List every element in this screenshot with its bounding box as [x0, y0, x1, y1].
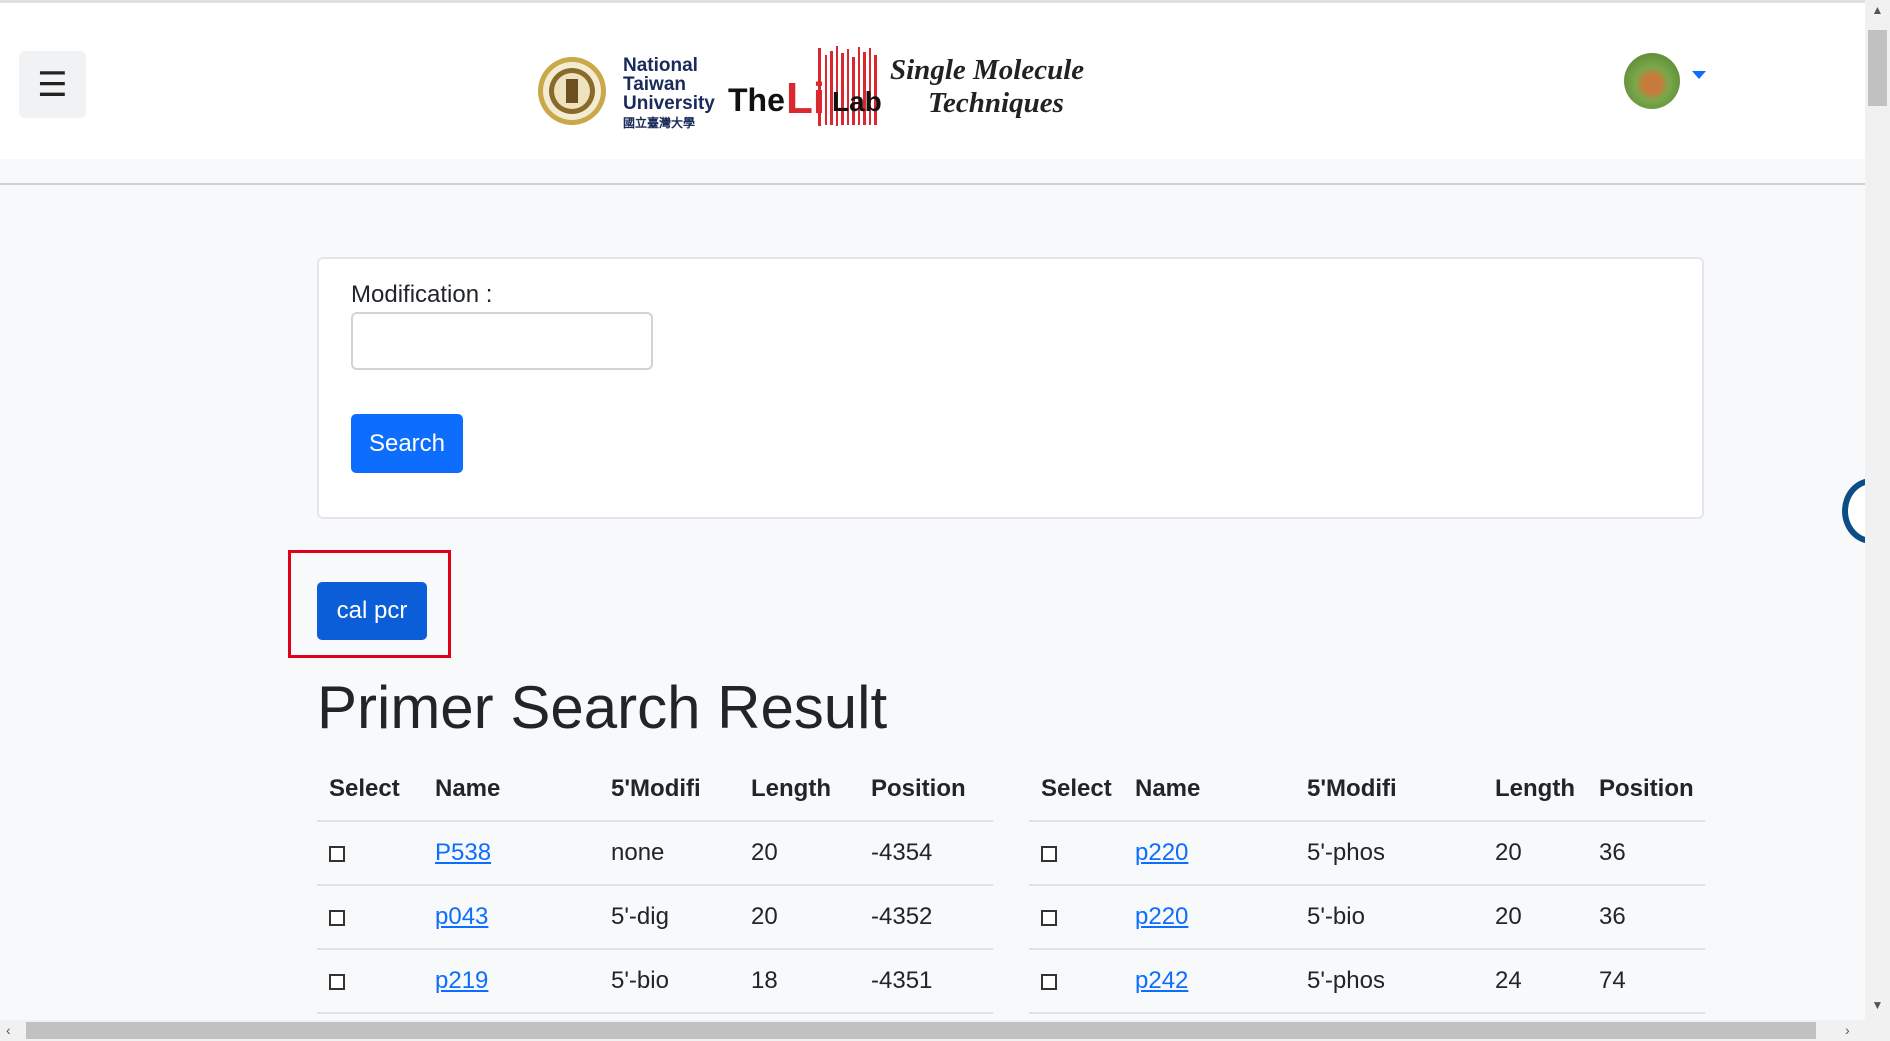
- length-cell: 18: [739, 949, 859, 1014]
- modifi-cell: 5'-bio: [1295, 885, 1483, 950]
- position-cell: -4354: [859, 821, 993, 886]
- menu-toggle-button[interactable]: ☰: [19, 51, 86, 118]
- select-checkbox[interactable]: [1041, 973, 1057, 990]
- select-checkbox[interactable]: [1041, 909, 1057, 926]
- scroll-down-icon[interactable]: ▼: [1865, 998, 1890, 1018]
- col-modifi: 5'Modifi: [599, 758, 739, 822]
- navbar-divider: [0, 183, 1865, 185]
- modification-label: Modification :: [351, 281, 493, 308]
- modifi-cell: 5'-phos: [1295, 949, 1483, 1014]
- search-button[interactable]: Search: [351, 414, 463, 473]
- col-length: Length: [1483, 758, 1587, 822]
- lab-the: The: [728, 82, 785, 118]
- ntu-name-line1: National: [623, 55, 698, 76]
- ntu-name-line3: University: [623, 93, 715, 114]
- table-row: p043 5'-dig 20 -4352: [317, 885, 993, 950]
- lab-li: Li: [786, 74, 825, 123]
- primer-link[interactable]: p242: [1135, 967, 1188, 994]
- modifi-cell: 5'-dig: [599, 885, 739, 950]
- col-length: Length: [739, 758, 859, 822]
- tagline-line2: Techniques: [928, 87, 1064, 119]
- caret-down-icon[interactable]: [1692, 71, 1706, 79]
- cal-pcr-button[interactable]: cal pcr: [317, 582, 427, 640]
- ntu-name-line2: Taiwan: [623, 74, 686, 95]
- modifi-cell: none: [599, 821, 739, 886]
- primer-link[interactable]: P538: [435, 839, 491, 866]
- results-table-left: Select Name 5'Modifi Length Position P53…: [317, 758, 993, 1014]
- col-select: Select: [317, 758, 423, 822]
- scroll-left-icon[interactable]: ‹: [6, 1022, 11, 1038]
- vertical-scroll-thumb[interactable]: [1868, 30, 1887, 106]
- length-cell: 24: [1483, 949, 1587, 1014]
- primer-link[interactable]: p219: [435, 967, 488, 994]
- primer-link[interactable]: p220: [1135, 903, 1188, 930]
- select-checkbox[interactable]: [329, 973, 345, 990]
- hamburger-icon: ☰: [37, 65, 68, 104]
- length-cell: 20: [1483, 821, 1587, 886]
- vertical-scrollbar[interactable]: [1865, 0, 1890, 1020]
- select-checkbox[interactable]: [329, 909, 345, 926]
- position-cell: 74: [1587, 949, 1705, 1014]
- search-card: Modification : Search: [317, 257, 1704, 519]
- col-name: Name: [423, 758, 599, 822]
- length-cell: 20: [739, 885, 859, 950]
- position-cell: -4351: [859, 949, 993, 1014]
- modifi-cell: 5'-phos: [1295, 821, 1483, 886]
- table-row: p219 5'-bio 18 -4351: [317, 949, 993, 1014]
- modifi-cell: 5'-bio: [599, 949, 739, 1014]
- col-select: Select: [1029, 758, 1123, 822]
- table-row: P538 none 20 -4354: [317, 821, 993, 886]
- length-cell: 20: [739, 821, 859, 886]
- table-header-row: Select Name 5'Modifi Length Position: [317, 758, 993, 822]
- lab-logo[interactable]: National Taiwan University 國立臺灣大學 The Li…: [536, 43, 1096, 133]
- select-checkbox[interactable]: [329, 845, 345, 862]
- table-row: p220 5'-phos 20 36: [1029, 821, 1705, 886]
- table-row: p220 5'-bio 20 36: [1029, 885, 1705, 950]
- col-position: Position: [1587, 758, 1705, 822]
- scroll-up-icon[interactable]: ▲: [1865, 3, 1890, 23]
- navbar: ☰ National Taiwan University 國立臺灣大學 The: [0, 3, 1865, 159]
- lab-lab: Lab: [832, 86, 882, 117]
- tagline-line1: Single Molecule: [890, 54, 1084, 86]
- length-cell: 20: [1483, 885, 1587, 950]
- position-cell: 36: [1587, 885, 1705, 950]
- position-cell: -4352: [859, 885, 993, 950]
- col-modifi: 5'Modifi: [1295, 758, 1483, 822]
- primer-link[interactable]: p043: [435, 903, 488, 930]
- primer-link[interactable]: p220: [1135, 839, 1188, 866]
- select-checkbox[interactable]: [1041, 845, 1057, 862]
- ntu-name-zh: 國立臺灣大學: [623, 115, 695, 130]
- table-row: p242 5'-phos 24 74: [1029, 949, 1705, 1014]
- modification-input[interactable]: [351, 312, 653, 370]
- results-table-right: Select Name 5'Modifi Length Position p22…: [1029, 758, 1705, 1014]
- ntu-seal-icon: [538, 57, 606, 125]
- table-header-row: Select Name 5'Modifi Length Position: [1029, 758, 1705, 822]
- position-cell: 36: [1587, 821, 1705, 886]
- col-position: Position: [859, 758, 993, 822]
- results-title: Primer Search Result: [317, 674, 888, 741]
- scroll-right-icon[interactable]: ›: [1845, 1022, 1850, 1038]
- user-avatar[interactable]: [1624, 53, 1680, 109]
- horizontal-scroll-thumb[interactable]: [26, 1022, 1816, 1039]
- col-name: Name: [1123, 758, 1295, 822]
